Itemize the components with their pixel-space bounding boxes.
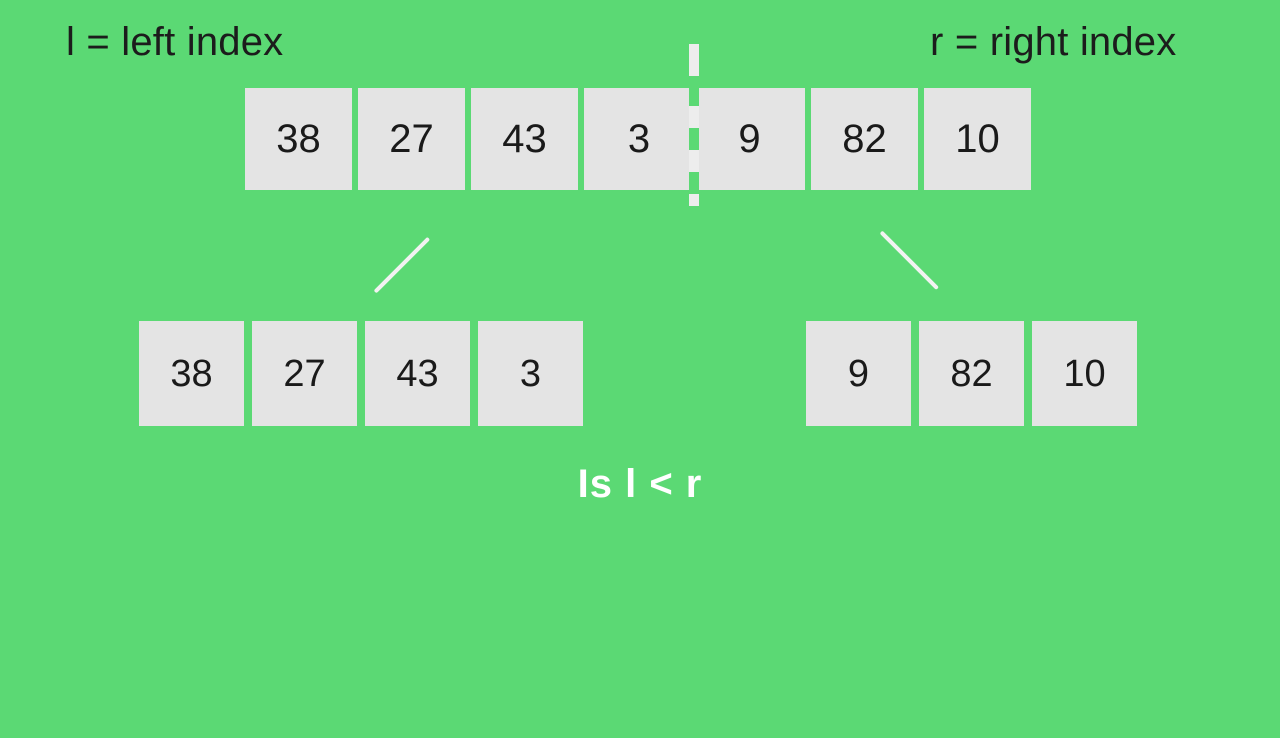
diagram-canvas: l = left index r = right index 38 27 43 … xyxy=(0,0,1280,738)
cell-value: 82 xyxy=(842,117,887,161)
cell-value: 43 xyxy=(502,117,547,161)
cell-value: 3 xyxy=(627,117,651,161)
legend-right-index: r = right index xyxy=(930,20,1177,64)
dashed-vertical-divider-icon xyxy=(689,44,699,236)
cell-value: 10 xyxy=(955,117,1000,161)
cell-value: 82 xyxy=(950,352,993,395)
cell-value: 27 xyxy=(283,352,326,395)
array-cell: 3 xyxy=(584,88,694,190)
cell-value: 9 xyxy=(738,117,761,161)
array-cell: 10 xyxy=(1032,321,1137,426)
array-cell: 43 xyxy=(471,88,578,190)
array-cell: 82 xyxy=(919,321,1024,426)
legend-left-index: l = left index xyxy=(66,20,284,64)
cell-value: 38 xyxy=(276,117,321,161)
array-cell: 3 xyxy=(478,321,583,426)
array-cell: 9 xyxy=(694,88,805,190)
array-cell: 38 xyxy=(139,321,244,426)
diagonal-branch-line-left-icon xyxy=(373,236,431,294)
array-cell: 38 xyxy=(245,88,352,190)
cell-value: 27 xyxy=(389,117,434,161)
cell-value: 9 xyxy=(847,352,870,395)
array-cell: 82 xyxy=(811,88,918,190)
cell-value: 38 xyxy=(170,352,213,395)
array-cell: 9 xyxy=(806,321,911,426)
cell-value: 43 xyxy=(396,352,439,395)
array-cell: 27 xyxy=(252,321,357,426)
diagonal-branch-line-right-icon xyxy=(879,230,939,290)
cell-value: 3 xyxy=(519,352,542,395)
array-cell: 10 xyxy=(924,88,1031,190)
array-cell: 43 xyxy=(365,321,470,426)
array-cell: 27 xyxy=(358,88,465,190)
cell-value: 10 xyxy=(1063,352,1106,395)
condition-caption: Is l < r xyxy=(577,462,703,506)
